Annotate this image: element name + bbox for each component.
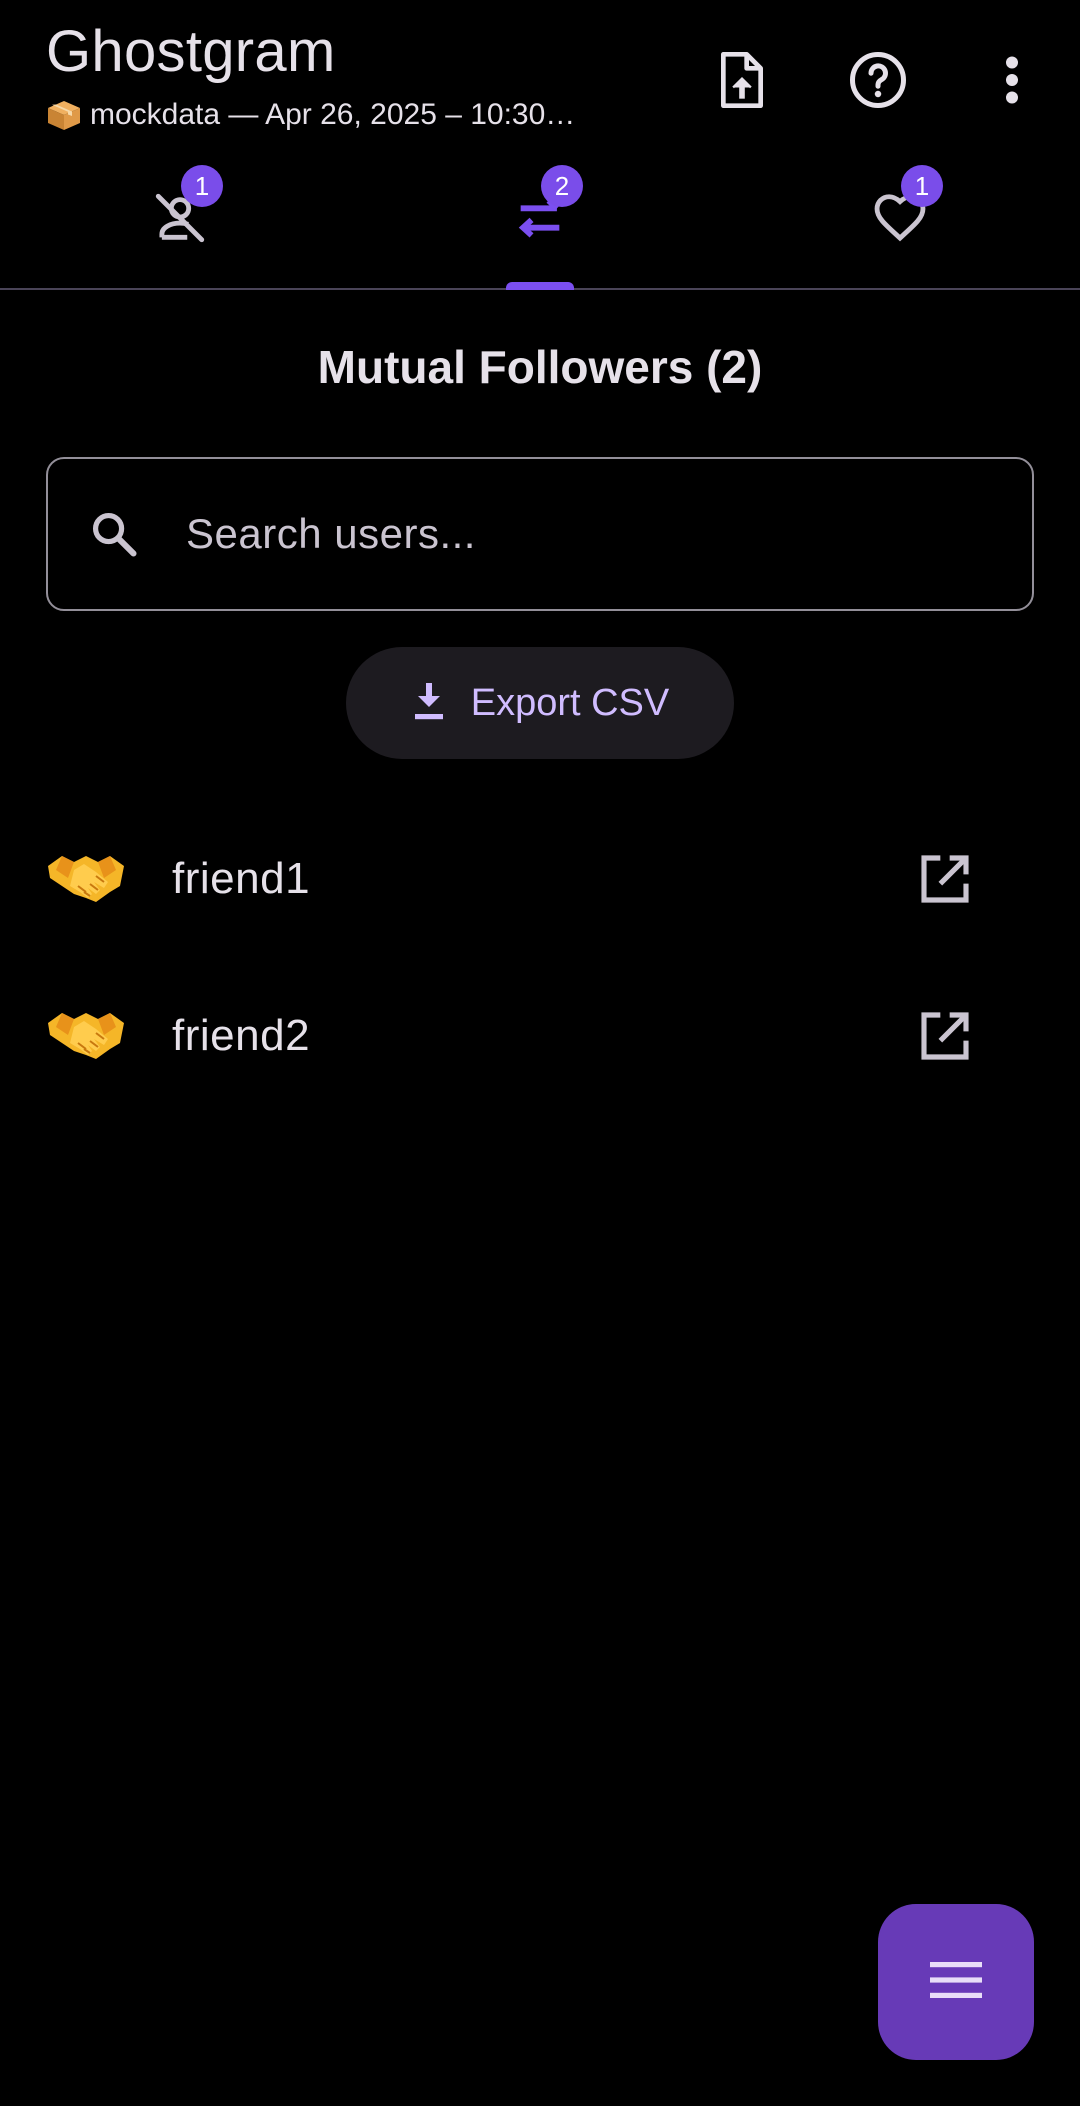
app-subtitle: mockdata — Apr 26, 2025 – 10:30…	[46, 98, 626, 132]
username: friend1	[172, 853, 311, 903]
app-screen: Ghostgram mockdata — Apr 26, 2025 – 10:3…	[0, 0, 1080, 2106]
export-csv-label: Export CSV	[470, 681, 670, 724]
file-upload-icon	[714, 49, 770, 111]
tab-fans[interactable]: 1	[720, 160, 1080, 288]
handshake-icon	[46, 849, 126, 909]
tab-unfollowers[interactable]: 1	[0, 160, 360, 288]
upload-file-button[interactable]	[702, 40, 782, 120]
more-vert-icon	[1004, 55, 1020, 105]
user-list: friend1 friend2	[0, 800, 1080, 1114]
search-icon	[84, 504, 144, 564]
export-csv-button[interactable]: Export CSV	[346, 647, 734, 759]
handshake-icon	[46, 1006, 126, 1066]
search-input[interactable]	[184, 509, 1002, 559]
tab-indicator	[506, 282, 574, 290]
help-circle-icon	[848, 50, 908, 110]
tab-badge: 1	[181, 165, 223, 207]
more-options-button[interactable]	[972, 40, 1052, 120]
section-title: Mutual Followers (2)	[317, 341, 763, 393]
list-item[interactable]: friend2	[0, 957, 1080, 1114]
app-title: Ghostgram	[46, 19, 336, 84]
help-button[interactable]	[838, 40, 918, 120]
package-icon	[46, 99, 82, 131]
top-app-bar: Ghostgram mockdata — Apr 26, 2025 – 10:3…	[0, 0, 1080, 150]
tab-mutual-followers[interactable]: 2	[360, 160, 720, 290]
username: friend2	[172, 1010, 311, 1060]
tab-badge: 1	[901, 165, 943, 207]
open-in-new-icon[interactable]	[910, 844, 980, 914]
tab-bar: 1 2 1	[0, 160, 1080, 290]
menu-fab[interactable]	[878, 1904, 1034, 2060]
open-in-new-icon[interactable]	[910, 1001, 980, 1071]
menu-icon	[930, 1960, 982, 2005]
list-item[interactable]: friend1	[0, 800, 1080, 957]
tab-badge: 2	[541, 165, 583, 207]
subtitle-text: mockdata — Apr 26, 2025 – 10:30…	[90, 98, 576, 131]
search-field[interactable]	[46, 457, 1034, 611]
download-icon	[411, 681, 447, 726]
